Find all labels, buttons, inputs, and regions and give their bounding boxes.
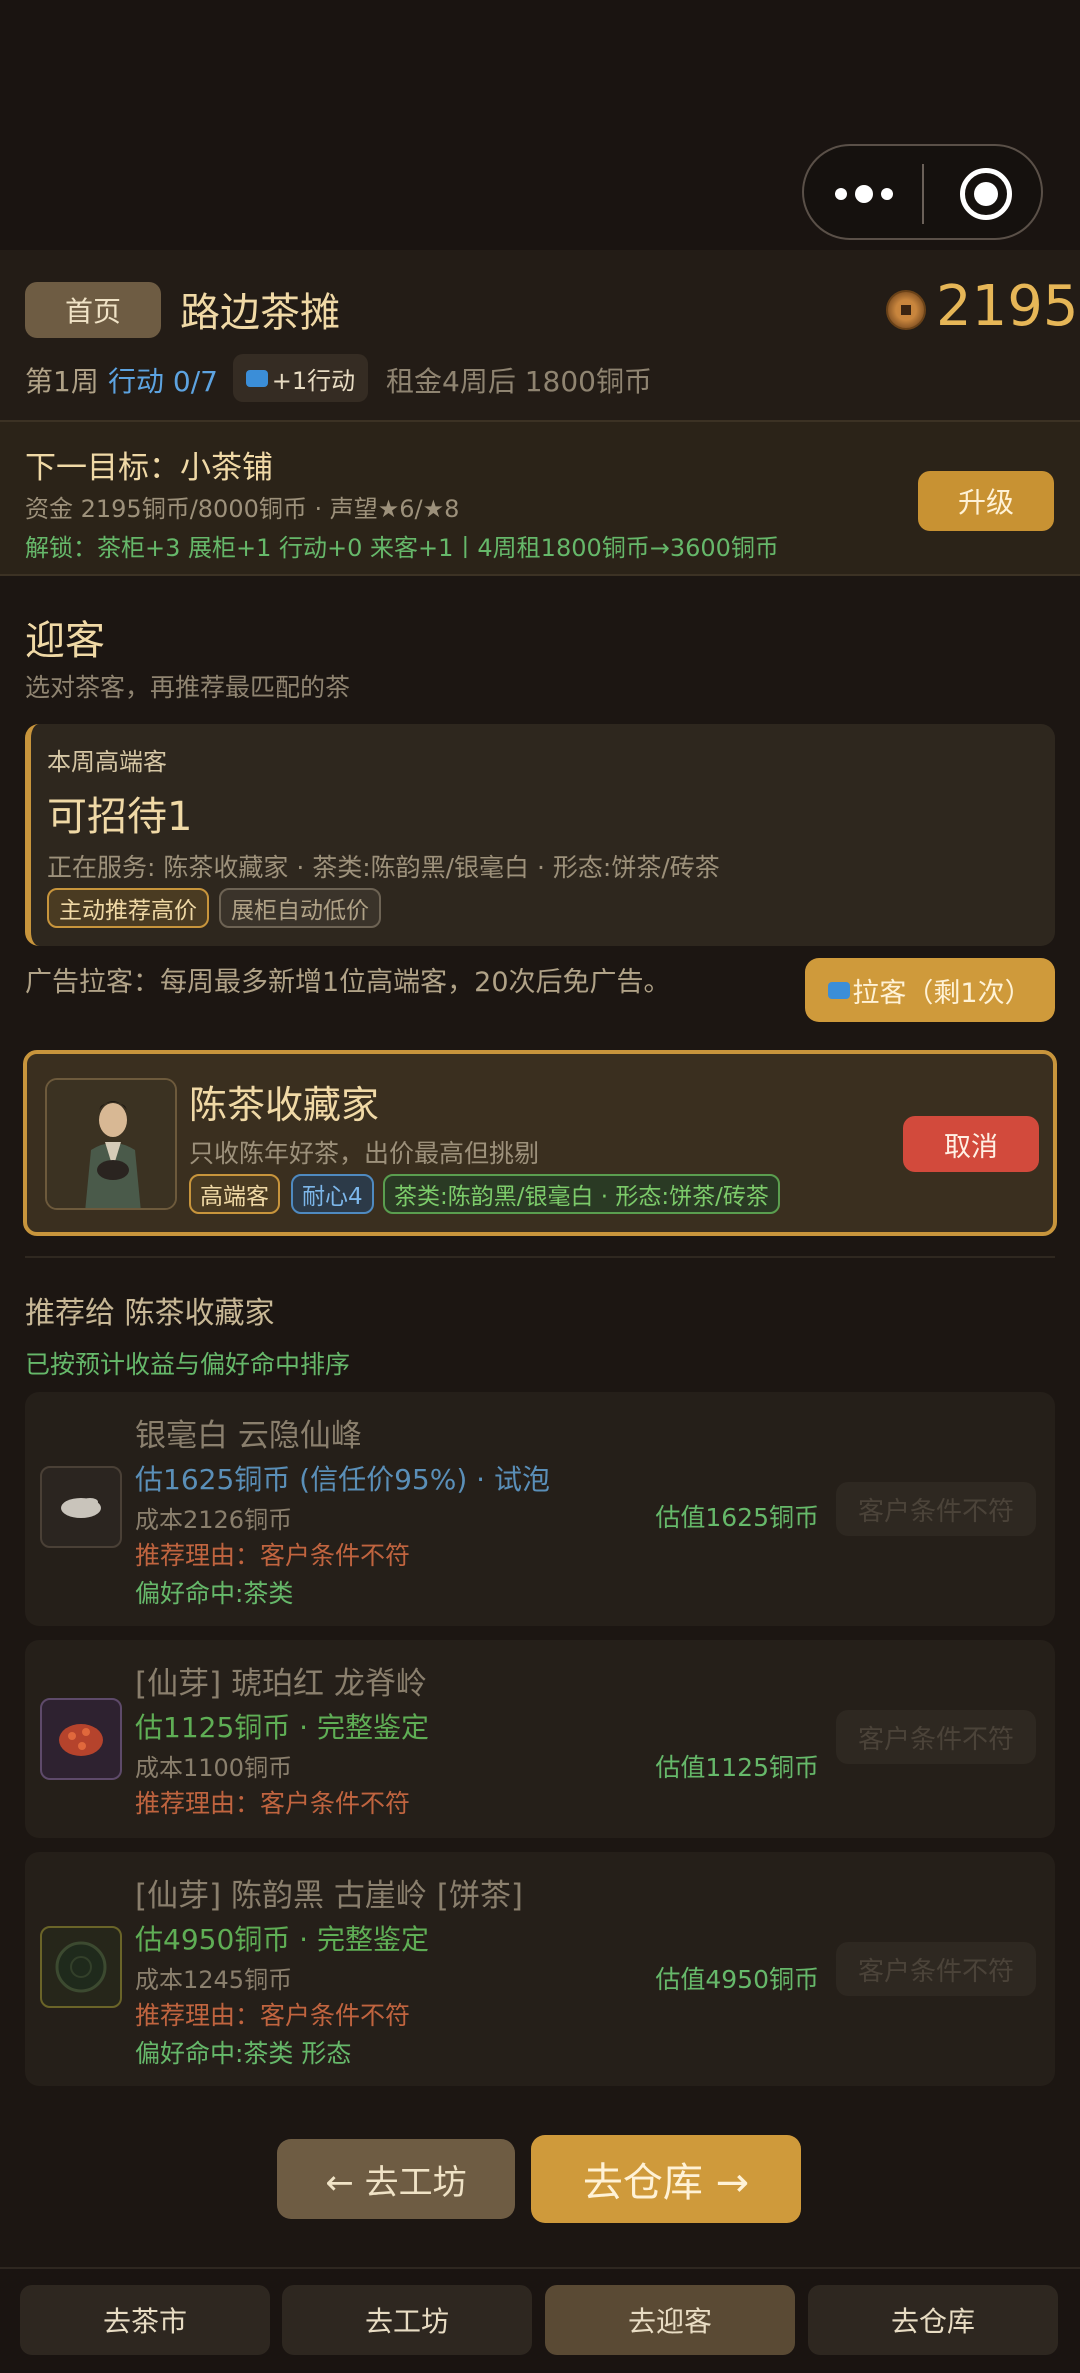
tea-reason: 推荐理由：客户条件不符 [135, 1541, 411, 1570]
section-subtitle: 选对茶客，再推荐最匹配的茶 [25, 673, 351, 702]
tea-cost: 成本2126铜币 [135, 1506, 293, 1534]
ad-action-button[interactable]: +1行动 [233, 354, 368, 402]
customer-avatar [45, 1078, 177, 1210]
recommend-high-price-toggle[interactable]: 主动推荐高价 [47, 888, 209, 928]
cancel-button[interactable]: 取消 [903, 1116, 1039, 1172]
goal-unlock: 解锁：茶柜+3 展柜+1 行动+0 来客+1丨4周租1800铜币→3600铜币 [25, 534, 779, 562]
tea-name: 银毫白 云隐仙峰 [135, 1418, 362, 1454]
tea-recommend-button[interactable]: 客户条件不符 [836, 1710, 1036, 1764]
rent-info: 租金4周后 1800铜币 [386, 365, 652, 398]
ad-customer-info: 广告拉客：每周最多新增1位高端客，20次后免广告。 [25, 967, 671, 998]
tea-value: 估值1625铜币 [655, 1503, 819, 1532]
upgrade-button[interactable]: 升级 [918, 471, 1054, 531]
tv-ad-icon [245, 369, 268, 387]
ad-action-label: +1行动 [271, 366, 356, 395]
tab-reception[interactable]: 去迎客 [545, 2285, 795, 2355]
tea-reason: 推荐理由：客户条件不符 [135, 1789, 411, 1818]
tea-recommend-button[interactable]: 客户条件不符 [836, 1482, 1036, 1536]
home-button[interactable]: 首页 [25, 282, 161, 338]
tea-reason: 推荐理由：客户条件不符 [135, 2001, 411, 2030]
tea-estimate: 估4950铜币 · 完整鉴定 [135, 1923, 429, 1956]
go-workshop-button[interactable]: ← 去工坊 [277, 2139, 515, 2219]
tab-tea-market[interactable]: 去茶市 [20, 2285, 270, 2355]
customer-level-tag: 高端客 [189, 1174, 280, 1214]
week-label: 第1周 [25, 365, 99, 398]
customer-patience-tag: 耐心4 [291, 1174, 374, 1214]
red-tea-icon [40, 1698, 122, 1780]
vip-serving: 正在服务: 陈茶收藏家 · 茶类:陈韵黑/银毫白 · 形态:饼茶/砖茶 [47, 853, 720, 882]
status-area [0, 0, 1080, 250]
recommend-subtitle: 已按预计收益与偏好命中排序 [25, 1350, 351, 1379]
goal-funds: 资金 2195铜币/8000铜币 · 声望★6/★8 [25, 495, 460, 523]
recommend-title: 推荐给 陈茶收藏家 [25, 1296, 275, 1331]
customer-description: 只收陈年好茶，出价最高但挑剔 [189, 1139, 540, 1168]
tea-cost: 成本1245铜币 [135, 1966, 293, 1994]
tea-preference: 偏好命中:茶类 [135, 1579, 294, 1608]
customer-name: 陈茶收藏家 [189, 1083, 380, 1127]
tea-name: [仙芽] 琥珀红 龙脊岭 [135, 1666, 427, 1702]
shop-name: 路边茶摊 [180, 290, 340, 336]
tea-card: 银毫白 云隐仙峰 估1625铜币 (信任价95%) · 试泡 成本2126铜币 … [25, 1392, 1055, 1626]
more-menu-icon[interactable] [834, 176, 894, 212]
tab-warehouse[interactable]: 去仓库 [808, 2285, 1058, 2355]
ad-customer-button[interactable]: 拉客（剩1次） [805, 958, 1055, 1022]
goal-title: 下一目标：小茶铺 [25, 450, 273, 486]
close-program-icon[interactable] [960, 168, 1012, 220]
vip-count: 可招待1 [47, 794, 193, 840]
tea-value: 估值1125铜币 [655, 1753, 819, 1782]
divider [25, 1256, 1055, 1258]
tv-ad-icon [828, 981, 851, 999]
selected-customer-card: 陈茶收藏家 只收陈年好茶，出价最高但挑剔 高端客 耐心4 茶类:陈韵黑/银毫白 … [23, 1050, 1057, 1236]
section-title: 迎客 [25, 618, 105, 664]
capsule-divider [922, 164, 924, 224]
tab-workshop[interactable]: 去工坊 [282, 2285, 532, 2355]
tea-recommend-button[interactable]: 客户条件不符 [836, 1942, 1036, 1996]
tea-value: 估值4950铜币 [655, 1965, 819, 1994]
tab-bar: 去茶市 去工坊 去迎客 去仓库 [0, 2267, 1080, 2373]
next-goal-panel: 下一目标：小茶铺 资金 2195铜币/8000铜币 · 声望★6/★8 解锁：茶… [0, 420, 1080, 576]
tea-name: [仙芽] 陈韵黑 古崖岭 [饼茶] [135, 1878, 523, 1914]
tea-card: [仙芽] 琥珀红 龙脊岭 估1125铜币 · 完整鉴定 成本1100铜币 推荐理… [25, 1640, 1055, 1838]
dark-tea-cake-icon [40, 1926, 122, 2008]
copper-coin-icon [886, 290, 926, 330]
ad-customer-label: 拉客（剩1次） [852, 977, 1032, 1009]
showcase-low-price-toggle[interactable]: 展柜自动低价 [219, 888, 381, 928]
tea-cost: 成本1100铜币 [135, 1754, 293, 1782]
white-tea-icon [40, 1466, 122, 1548]
tea-preference: 偏好命中:茶类 形态 [135, 2039, 352, 2068]
vip-customer-card: 本周高端客 可招待1 正在服务: 陈茶收藏家 · 茶类:陈韵黑/银毫白 · 形态… [25, 724, 1055, 946]
tea-card: [仙芽] 陈韵黑 古崖岭 [饼茶] 估4950铜币 · 完整鉴定 成本1245铜… [25, 1852, 1055, 2086]
customer-preference-tag: 茶类:陈韵黑/银毫白 · 形态:饼茶/砖茶 [383, 1174, 780, 1214]
tea-estimate: 估1125铜币 · 完整鉴定 [135, 1711, 429, 1744]
shop-header: 首页 路边茶摊 2195 第1周 行动 0/7 +1行动 租金4周后 1800铜… [0, 250, 1080, 420]
action-counter: 行动 0/7 [108, 365, 218, 398]
mini-program-capsule [802, 144, 1043, 240]
tea-estimate: 估1625铜币 (信任价95%) · 试泡 [135, 1463, 550, 1496]
coin-balance: 2195 [936, 274, 1079, 339]
vip-label: 本周高端客 [47, 748, 167, 776]
go-warehouse-button[interactable]: 去仓库 → [531, 2135, 801, 2223]
